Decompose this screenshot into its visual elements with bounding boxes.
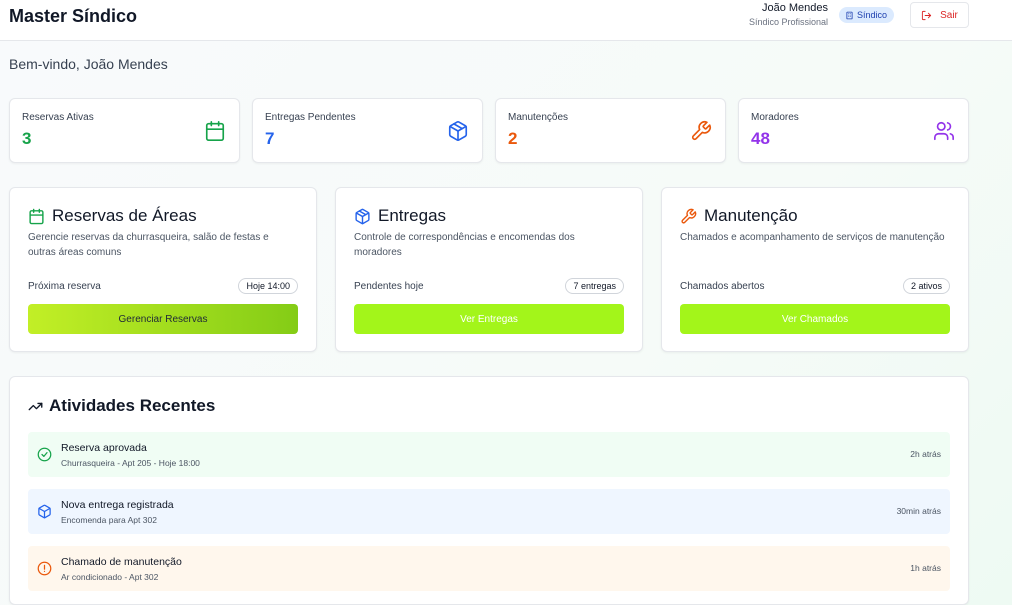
feature-card-manutencao: Manutenção Chamados e acompanhamento de …	[661, 187, 969, 352]
feature-pill: Hoje 14:00	[238, 278, 298, 294]
logout-label: Sair	[940, 9, 958, 21]
activity-time: 30min atrás	[896, 506, 941, 516]
activity-detail: Encomenda para Apt 302	[61, 515, 157, 525]
user-role: Síndico Profissional	[748, 17, 828, 27]
feature-title: Entregas	[378, 206, 447, 225]
wrench-icon	[691, 121, 711, 141]
activity-time: 1h atrás	[910, 563, 941, 573]
package-icon	[355, 208, 370, 224]
activity-item[interactable]: Reserva aprovada Churrasqueira - Apt 205…	[28, 432, 950, 477]
welcome-message: Bem-vindo, João Mendes	[9, 56, 168, 72]
feature-card-entregas: Entregas Controle de correspondências e …	[335, 187, 643, 352]
calendar-icon	[29, 208, 44, 224]
feature-card-reservas: Reservas de Áreas Gerencie reservas da c…	[9, 187, 317, 352]
feature-meta-label: Chamados abertos	[680, 281, 765, 292]
view-deliveries-button[interactable]: Ver Entregas	[354, 304, 624, 334]
feature-header: Entregas	[354, 206, 446, 226]
user-name: João Mendes	[761, 2, 828, 14]
trending-up-icon	[28, 402, 43, 410]
stat-value: 48	[751, 129, 770, 148]
logout-button[interactable]: Sair	[910, 2, 969, 28]
feature-header: Manutenção	[680, 206, 798, 226]
activity-detail: Churrasqueira - Apt 205 - Hoje 18:00	[61, 458, 200, 468]
calendar-icon	[205, 121, 225, 141]
app-header: Master Síndico João Mendes Síndico Profi…	[0, 0, 1012, 41]
stat-value: 7	[265, 129, 275, 148]
logout-icon	[922, 10, 932, 20]
activity-name: Nova entrega registrada	[61, 499, 174, 511]
feature-title: Reservas de Áreas	[52, 206, 197, 225]
manage-reservations-button[interactable]: Gerenciar Reservas	[28, 304, 298, 334]
feature-pill: 2 ativos	[902, 278, 950, 294]
activity-item[interactable]: Chamado de manutenção Ar condicionado - …	[28, 546, 950, 591]
check-circle-icon	[37, 447, 52, 462]
activity-detail: Ar condicionado - Apt 302	[61, 572, 159, 582]
wrench-icon	[681, 208, 697, 224]
activities-header: Atividades Recentes	[28, 396, 215, 416]
users-icon	[934, 121, 954, 141]
feature-header: Reservas de Áreas	[28, 206, 197, 226]
stat-value: 3	[22, 129, 32, 148]
stat-value: 2	[508, 129, 518, 148]
activity-time: 2h atrás	[910, 449, 941, 459]
activities-title: Atividades Recentes	[49, 396, 216, 415]
stat-label: Reservas Ativas	[22, 112, 94, 123]
stat-card-manutencoes: Manutenções 2	[495, 98, 726, 163]
stat-card-entregas: Entregas Pendentes 7	[252, 98, 483, 163]
stat-label: Manutenções	[508, 112, 569, 123]
building-icon	[846, 11, 853, 19]
feature-description: Gerencie reservas da churrasqueira, salã…	[28, 232, 269, 258]
feature-meta-label: Próxima reserva	[28, 281, 101, 292]
stat-card-moradores: Moradores 48	[738, 98, 969, 163]
package-icon	[38, 504, 51, 519]
activity-item[interactable]: Nova entrega registrada Encomenda para A…	[28, 489, 950, 534]
feature-description: Chamados e acompanhamento de serviços de…	[680, 232, 945, 243]
feature-title: Manutenção	[704, 206, 798, 225]
stat-label: Moradores	[751, 112, 799, 123]
activity-name: Chamado de manutenção	[61, 556, 182, 568]
role-badge-label: Síndico	[857, 10, 888, 20]
feature-pill: 7 entregas	[565, 278, 624, 294]
stat-label: Entregas Pendentes	[265, 112, 356, 123]
feature-description: Controle de correspondências e encomenda…	[354, 232, 575, 258]
package-icon	[448, 121, 468, 141]
view-tickets-button[interactable]: Ver Chamados	[680, 304, 950, 334]
user-info: João Mendes Síndico Profissional	[749, 2, 828, 29]
app-title: Master Síndico	[9, 6, 138, 26]
recent-activities-panel: Atividades Recentes Reserva aprovada Chu…	[9, 376, 969, 605]
feature-meta-label: Pendentes hoje	[354, 281, 424, 292]
role-badge: Síndico	[839, 7, 895, 23]
stat-card-reservas: Reservas Ativas 3	[9, 98, 240, 163]
alert-circle-icon	[37, 561, 52, 576]
activity-name: Reserva aprovada	[61, 442, 147, 454]
